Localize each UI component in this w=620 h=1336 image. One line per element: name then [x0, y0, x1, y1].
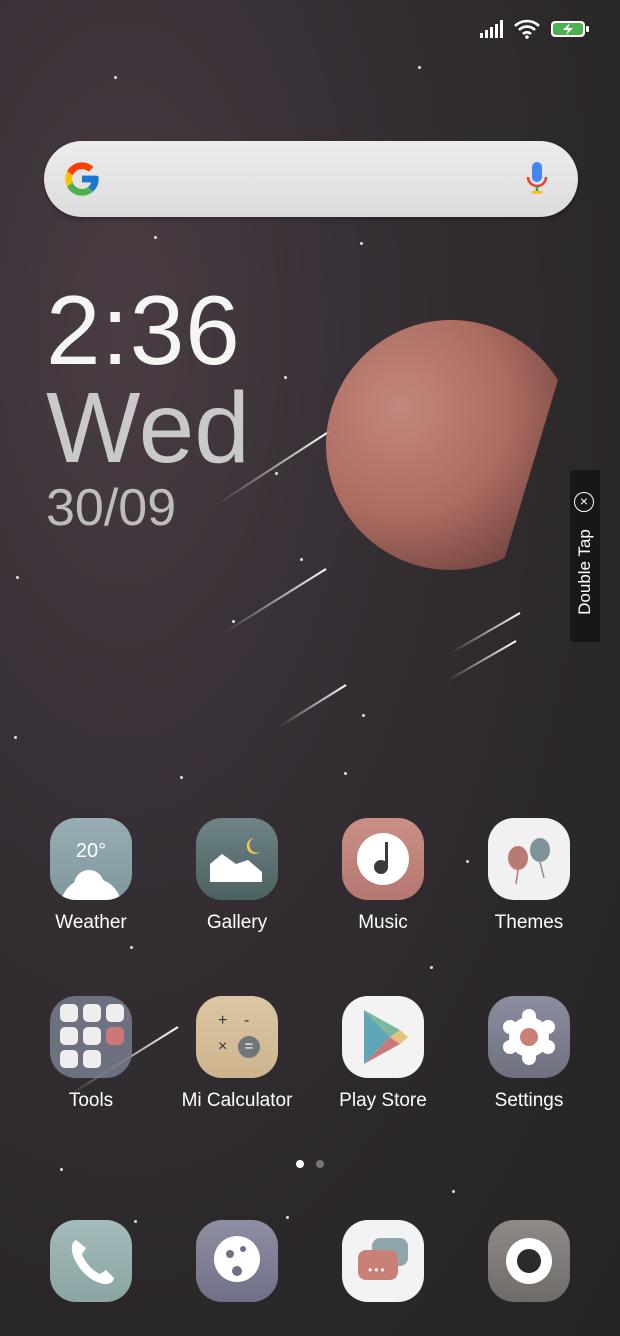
page-dot [316, 1160, 324, 1168]
app-settings[interactable]: Settings [464, 996, 594, 1112]
battery-charging-icon [551, 21, 589, 37]
app-play-store[interactable]: Play Store [318, 996, 448, 1112]
app-music[interactable]: Music [318, 818, 448, 934]
signal-icon [480, 20, 503, 38]
play-store-icon [342, 996, 424, 1078]
wifi-icon [514, 19, 540, 39]
messaging-icon: ••• [342, 1220, 424, 1302]
app-label: Mi Calculator [181, 1090, 293, 1111]
clock-date: 30/09 [46, 479, 177, 537]
microphone-icon[interactable] [526, 161, 548, 197]
app-label: Themes [494, 912, 564, 933]
star [275, 472, 278, 475]
calc-times: × [218, 1038, 228, 1055]
star [284, 376, 287, 379]
gallery-icon [196, 818, 278, 900]
star [286, 1216, 289, 1219]
star [360, 242, 363, 245]
app-gallery[interactable]: Gallery [172, 818, 302, 934]
app-label: Tools [68, 1090, 114, 1111]
star [114, 76, 117, 79]
app-mi-calculator[interactable]: + - × = Mi Calculator [172, 996, 302, 1112]
weather-icon: 20° [50, 818, 132, 900]
star [300, 558, 303, 561]
app-label: Weather [55, 912, 127, 933]
star [344, 772, 347, 775]
meteor-streak [450, 612, 521, 654]
star [154, 236, 157, 239]
star [232, 620, 235, 623]
page-dot-active [296, 1160, 304, 1168]
double-tap-tab[interactable]: × Double Tap [570, 470, 600, 642]
star [130, 946, 133, 949]
meteor-streak [223, 568, 327, 634]
star [418, 66, 421, 69]
app-weather[interactable]: 20° Weather [26, 818, 156, 934]
star [362, 714, 365, 717]
music-icon [342, 818, 424, 900]
meteor-streak [277, 684, 347, 729]
app-label: Music [358, 912, 408, 933]
google-g-icon [65, 162, 99, 196]
phone-icon [50, 1220, 132, 1302]
planet-illustration [326, 320, 576, 570]
double-tap-label: Double Tap [575, 529, 594, 615]
browser-icon [196, 1220, 278, 1302]
star [452, 1190, 455, 1193]
star [14, 736, 17, 739]
dock-phone[interactable] [26, 1220, 156, 1302]
calculator-icon: + - × = [196, 996, 278, 1078]
app-themes[interactable]: Themes [464, 818, 594, 934]
dock-browser[interactable] [172, 1220, 302, 1302]
app-tools-folder[interactable]: Tools [26, 996, 156, 1112]
status-bar [480, 14, 590, 44]
camera-icon [488, 1220, 570, 1302]
dock-camera[interactable] [464, 1220, 594, 1302]
clock-time[interactable]: 2:36 [46, 280, 241, 380]
page-indicator[interactable] [296, 1160, 324, 1168]
app-label: Settings [494, 1090, 564, 1111]
meteor-streak [446, 640, 517, 682]
weather-temp: 20° [75, 840, 107, 862]
star [16, 576, 19, 579]
app-label: Play Store [339, 1090, 427, 1111]
google-search-bar[interactable] [44, 141, 578, 217]
calc-minus: - [244, 1012, 250, 1029]
star [430, 966, 433, 969]
tools-folder-icon [50, 996, 132, 1078]
app-label: Gallery [206, 912, 268, 933]
star [60, 1168, 63, 1171]
star [180, 776, 183, 779]
calc-plus: + [218, 1012, 228, 1029]
calc-equals: = [238, 1036, 260, 1058]
themes-icon [488, 818, 570, 900]
clock-day: Wed [46, 372, 250, 484]
settings-icon [488, 996, 570, 1078]
dock-messaging[interactable]: ••• [318, 1220, 448, 1302]
close-icon[interactable]: × [574, 492, 594, 512]
